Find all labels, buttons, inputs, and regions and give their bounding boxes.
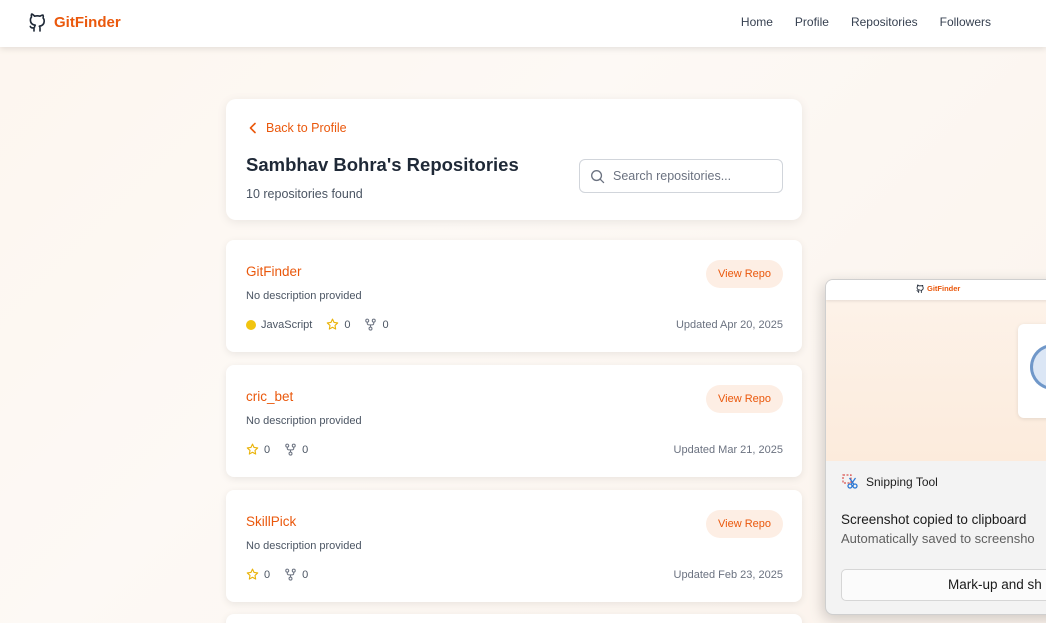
nav-profile[interactable]: Profile — [795, 15, 829, 29]
back-to-profile-link[interactable]: Back to Profile — [248, 121, 347, 135]
repository-count: 10 repositories found — [246, 187, 363, 201]
repo-meta: JavaScript 0 0 — [246, 318, 389, 331]
repo-stars: 0 — [246, 443, 270, 456]
back-label: Back to Profile — [266, 121, 347, 135]
brand[interactable]: GitFinder — [28, 12, 121, 32]
repo-updated-date: Updated Feb 23, 2025 — [673, 569, 783, 581]
search-input[interactable] — [613, 169, 773, 183]
toast-subtitle: Automatically saved to screensho — [841, 531, 1035, 546]
repo-updated-date: Updated Mar 21, 2025 — [673, 444, 783, 456]
repo-meta: 0 0 — [246, 568, 308, 581]
star-icon — [246, 443, 259, 455]
star-count: 0 — [264, 568, 271, 581]
fork-icon — [285, 568, 296, 581]
star-icon — [246, 568, 259, 580]
page-title: Sambhav Bohra's Repositories — [246, 154, 519, 175]
fork-icon — [285, 443, 296, 456]
star-icon — [327, 318, 339, 330]
fork-count: 0 — [382, 318, 389, 331]
repo-description: No description provided — [246, 290, 362, 302]
repositories-header-card: Back to Profile Sambhav Bohra's Reposito… — [226, 99, 802, 220]
view-repo-button[interactable]: View Repo — [706, 260, 783, 288]
repo-stars: 0 — [326, 318, 350, 331]
repo-meta: 0 0 — [246, 443, 308, 456]
repo-card — [226, 614, 802, 623]
screenshot-thumbnail[interactable]: GitFinder — [826, 280, 1046, 461]
chevron-left-icon — [249, 122, 256, 134]
repo-name-link[interactable]: GitFinder — [246, 264, 302, 279]
thumbnail-brand-name: GitFinder — [927, 284, 961, 293]
language-label: JavaScript — [261, 318, 313, 331]
brand-name: GitFinder — [54, 13, 121, 31]
toast-app-header: Snipping Tool — [842, 474, 938, 490]
toast-app-name: Snipping Tool — [866, 475, 938, 489]
repo-name-link[interactable]: cric_bet — [246, 389, 293, 404]
repo-name-link[interactable]: SkillPick — [246, 514, 296, 529]
search-box[interactable] — [579, 159, 783, 193]
star-count: 0 — [264, 443, 271, 456]
language-color-dot — [246, 319, 256, 330]
repo-forks: 0 — [284, 443, 308, 456]
repo-stars: 0 — [246, 568, 270, 581]
repo-card: cric_bet No description provided 0 0 Vie… — [226, 365, 802, 477]
top-navbar: GitFinder Home Profile Repositories Foll… — [0, 0, 1046, 47]
fork-count: 0 — [302, 568, 309, 581]
toast-title: Screenshot copied to clipboard — [841, 512, 1027, 527]
view-repo-button[interactable]: View Repo — [706, 385, 783, 413]
repo-updated-date: Updated Apr 20, 2025 — [675, 319, 783, 331]
github-icon — [28, 12, 46, 32]
repo-card: SkillPick No description provided 0 0 Vi… — [226, 490, 802, 602]
repo-description: No description provided — [246, 415, 362, 427]
fork-icon — [365, 318, 377, 331]
repo-forks: 0 — [284, 568, 308, 581]
thumbnail-avatar — [1030, 344, 1046, 390]
nav-home[interactable]: Home — [741, 15, 773, 29]
repo-card: GitFinder No description provided JavaSc… — [226, 240, 802, 352]
star-count: 0 — [344, 318, 351, 331]
fork-count: 0 — [302, 443, 309, 456]
repo-forks: 0 — [364, 318, 389, 331]
thumbnail-profile-card — [1018, 324, 1046, 418]
thumbnail-brand: GitFinder — [916, 284, 960, 293]
search-icon — [591, 169, 605, 183]
snipping-tool-notification[interactable]: GitFinder Snipping Tool Screenshot copie… — [825, 279, 1046, 615]
repo-description: No description provided — [246, 540, 362, 552]
view-repo-button[interactable]: View Repo — [706, 510, 783, 538]
nav-followers[interactable]: Followers — [940, 15, 991, 29]
nav-links: Home Profile Repositories Followers — [741, 15, 991, 29]
nav-repositories[interactable]: Repositories — [851, 15, 918, 29]
snipping-tool-icon — [842, 474, 858, 489]
repo-language: JavaScript — [246, 319, 312, 331]
markup-and-share-button[interactable]: Mark-up and sh — [841, 569, 1046, 601]
github-icon — [916, 284, 924, 293]
thumbnail-navbar: GitFinder — [826, 280, 1046, 300]
